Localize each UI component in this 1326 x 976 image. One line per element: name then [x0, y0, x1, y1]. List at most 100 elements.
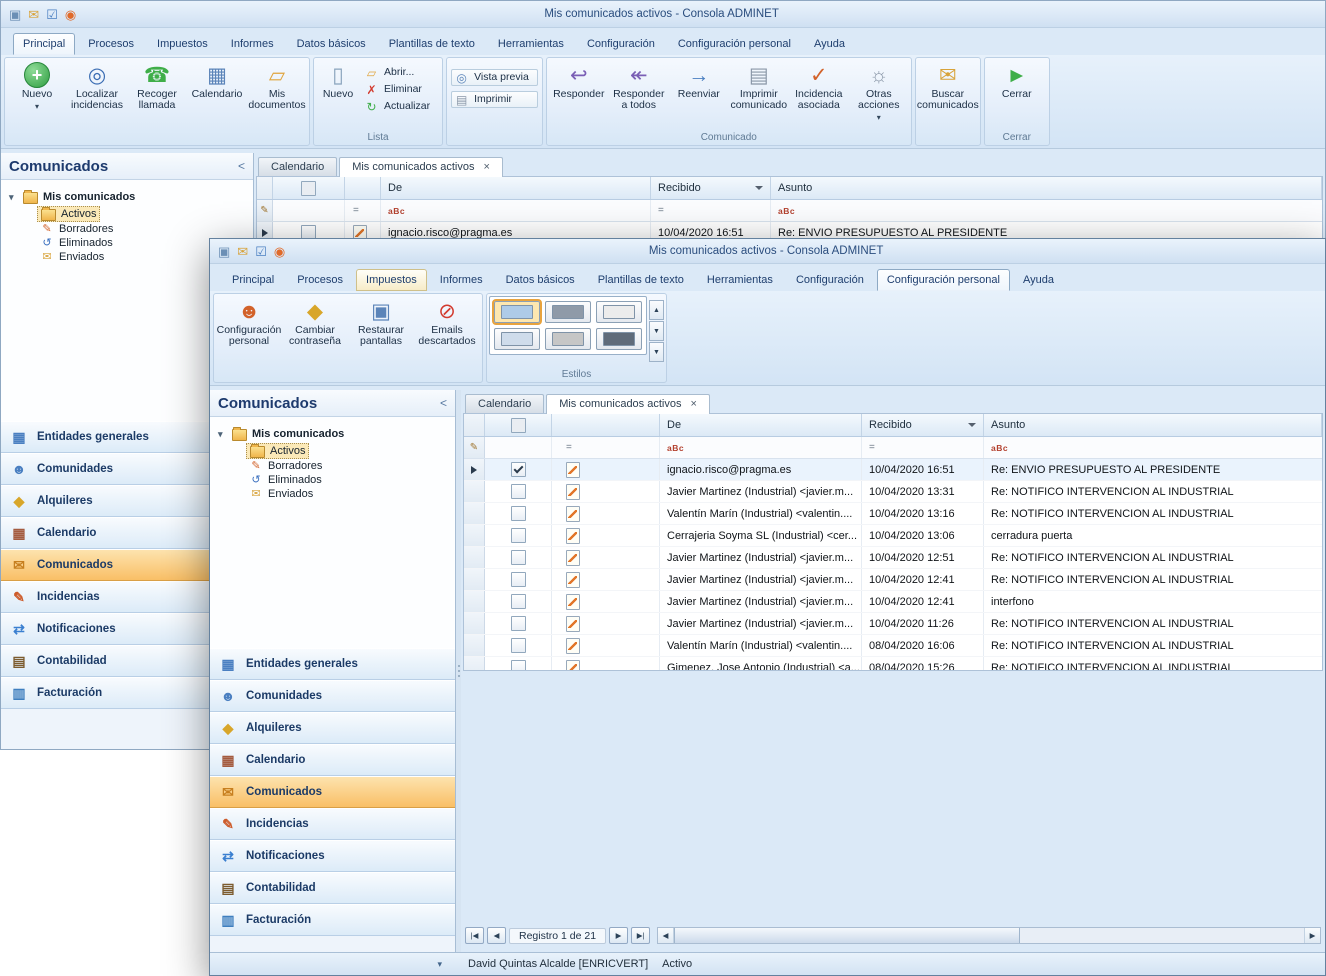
filter-operator-icon[interactable]: =	[566, 442, 572, 453]
ribbon-button[interactable]: ☎ Recoger llamada	[127, 60, 187, 114]
ribbon-tab[interactable]: Configuración	[786, 269, 874, 291]
ribbon-small-button[interactable]: ✗ Eliminar	[362, 82, 438, 97]
table-row[interactable]: Cerrajeria Soyma SL (Industrial) <cer...…	[464, 525, 1322, 547]
tree-item[interactable]: ↺ Eliminados	[246, 473, 325, 487]
sidebar-item[interactable]: ▦ Calendario	[210, 744, 455, 776]
titlebar[interactable]: ▣✉☑◉ Mis comunicados activos - Consola A…	[210, 239, 1325, 264]
sidebar-item[interactable]: ⇄ Notificaciones	[210, 840, 455, 872]
tree-root[interactable]: ▾ Mis comunicados	[216, 425, 449, 443]
sidebar-item[interactable]: ✎ Incidencias	[210, 808, 455, 840]
table-row[interactable]: Javier Martinez (Industrial) <javier.m..…	[464, 591, 1322, 613]
filter-abc-icon[interactable]: aBc	[388, 206, 405, 216]
scrollbar-thumb[interactable]	[674, 928, 1020, 943]
ribbon-small-button[interactable]: ↻ Actualizar	[362, 99, 438, 114]
row-checkbox[interactable]	[511, 506, 526, 521]
ribbon-tab[interactable]: Principal	[13, 33, 75, 55]
tree-item[interactable]: ✎ Borradores	[37, 222, 116, 236]
navpane-overflow-icon[interactable]: ▾	[437, 959, 442, 970]
sidebar-item[interactable]: ▤ Contabilidad	[210, 872, 455, 904]
row-checkbox[interactable]	[511, 616, 526, 631]
gallery-expand-button[interactable]: ▼	[649, 342, 664, 362]
ribbon-button[interactable]: ► Cerrar	[987, 60, 1047, 102]
row-checkbox[interactable]	[511, 462, 526, 477]
qat-icon[interactable]: ▣	[218, 245, 230, 258]
table-row[interactable]: Javier Martinez (Industrial) <javier.m..…	[464, 569, 1322, 591]
style-swatch[interactable]	[596, 301, 642, 323]
table-row[interactable]: Gimenez, Jose Antonio (Industrial) <a...…	[464, 657, 1322, 670]
column-header-asunto[interactable]: Asunto	[771, 177, 1322, 199]
ribbon-tab[interactable]: Impuestos	[356, 269, 427, 291]
column-header-de[interactable]: De	[381, 177, 651, 199]
row-checkbox[interactable]	[511, 660, 526, 670]
close-tab-icon[interactable]: ×	[483, 162, 489, 173]
column-header-recibido[interactable]: Recibido	[862, 414, 984, 436]
ribbon-tab[interactable]: Plantillas de texto	[588, 269, 694, 291]
ribbon-button[interactable]: ▦ Calendario	[187, 60, 247, 103]
select-all-checkbox[interactable]	[301, 181, 316, 196]
ribbon-button[interactable]: ↩ Responder	[549, 60, 609, 103]
qat-icon[interactable]: ▣	[9, 8, 21, 21]
ribbon-tab[interactable]: Impuestos	[147, 33, 218, 55]
titlebar[interactable]: ▣✉☑◉ Mis comunicados activos - Consola A…	[1, 1, 1325, 28]
ribbon-tab[interactable]: Ayuda	[1013, 269, 1064, 291]
qat-icon[interactable]: ◉	[274, 245, 285, 258]
tree-item[interactable]: Activos	[37, 206, 100, 222]
ribbon-small-button[interactable]: ▱ Abrir...	[362, 65, 438, 80]
tree-item[interactable]: ✎ Borradores	[246, 459, 325, 473]
tab-mis-comunicados-activos[interactable]: Mis comunicados activos ×	[339, 157, 503, 177]
filter-abc-icon[interactable]: aBc	[991, 443, 1008, 453]
ribbon-button[interactable]: ☼ Otras acciones ▾	[849, 60, 909, 125]
ribbon-button[interactable]: ◆ Cambiar contraseña	[282, 296, 348, 349]
ribbon-tab[interactable]: Procesos	[287, 269, 353, 291]
tree-root[interactable]: ▾ Mis comunicados	[7, 188, 247, 206]
previous-record-button[interactable]: ◀	[487, 927, 506, 944]
tree-item[interactable]: Activos	[246, 443, 309, 459]
ribbon-button[interactable]: ◎ Localizar incidencias	[67, 60, 127, 114]
sidebar-item[interactable]: ▥ Facturación	[210, 904, 455, 936]
last-record-button[interactable]: ▶|	[631, 927, 650, 944]
table-row[interactable]: Javier Martinez (Industrial) <javier.m..…	[464, 547, 1322, 569]
style-swatch[interactable]	[494, 328, 540, 350]
gallery-scroll-up-button[interactable]: ▲	[649, 300, 664, 320]
ribbon-button[interactable]: → Reenviar	[669, 60, 729, 103]
style-swatch[interactable]	[596, 328, 642, 350]
column-header-de[interactable]: De	[660, 414, 862, 436]
table-row[interactable]: Valentín Marín (Industrial) <valentin...…	[464, 503, 1322, 525]
ribbon-button[interactable]: + Nuevo ▾	[7, 60, 67, 114]
horizontal-scrollbar[interactable]: ◀ ▶	[657, 927, 1321, 944]
table-row[interactable]: Valentín Marín (Industrial) <valentin...…	[464, 635, 1322, 657]
collapse-panel-icon[interactable]: <	[440, 396, 447, 410]
ribbon-tab[interactable]: Herramientas	[697, 269, 783, 291]
ribbon-button[interactable]: ▤ Imprimir comunicado	[729, 60, 789, 114]
row-checkbox[interactable]	[511, 528, 526, 543]
ribbon-button[interactable]: ☻ Configuración personal	[216, 296, 282, 349]
ribbon-tab[interactable]: Datos básicos	[287, 33, 376, 55]
qat-icon[interactable]: ☑	[46, 8, 58, 21]
tree-expander-icon[interactable]: ▾	[218, 429, 227, 440]
ribbon-tab[interactable]: Configuración personal	[877, 269, 1010, 291]
filter-abc-icon[interactable]: aBc	[667, 443, 684, 453]
row-checkbox[interactable]	[511, 484, 526, 499]
ribbon-tab[interactable]: Configuración	[577, 33, 665, 55]
table-row[interactable]: Javier Martinez (Industrial) <javier.m..…	[464, 613, 1322, 635]
sidebar-item[interactable]: ◆ Alquileres	[210, 712, 455, 744]
select-all-checkbox[interactable]	[511, 418, 526, 433]
ribbon-tab[interactable]: Procesos	[78, 33, 144, 55]
scroll-right-icon[interactable]: ▶	[1304, 928, 1320, 943]
ribbon-tab[interactable]: Herramientas	[488, 33, 574, 55]
filter-abc-icon[interactable]: aBc	[778, 206, 795, 216]
filter-operator-icon[interactable]: =	[658, 205, 664, 216]
table-row[interactable]: ignacio.risco@pragma.es 10/04/2020 16:51…	[464, 459, 1322, 481]
ribbon-tab[interactable]: Informes	[221, 33, 284, 55]
style-swatch[interactable]	[545, 328, 591, 350]
sidebar-item[interactable]: ▦ Entidades generales	[210, 648, 455, 680]
ribbon-tab[interactable]: Configuración personal	[668, 33, 801, 55]
tree-item[interactable]: ✉ Enviados	[246, 487, 316, 501]
ribbon-button[interactable]: ✉ Buscar comunicados	[918, 60, 978, 113]
qat-icon[interactable]: ◉	[65, 8, 76, 21]
tree-item[interactable]: ✉ Enviados	[37, 250, 107, 264]
first-record-button[interactable]: |◀	[465, 927, 484, 944]
ribbon-small-button[interactable]: ◎ Vista previa	[451, 69, 538, 86]
ribbon-button[interactable]: ▯ Nuevo	[316, 60, 360, 102]
style-swatch[interactable]	[545, 301, 591, 323]
